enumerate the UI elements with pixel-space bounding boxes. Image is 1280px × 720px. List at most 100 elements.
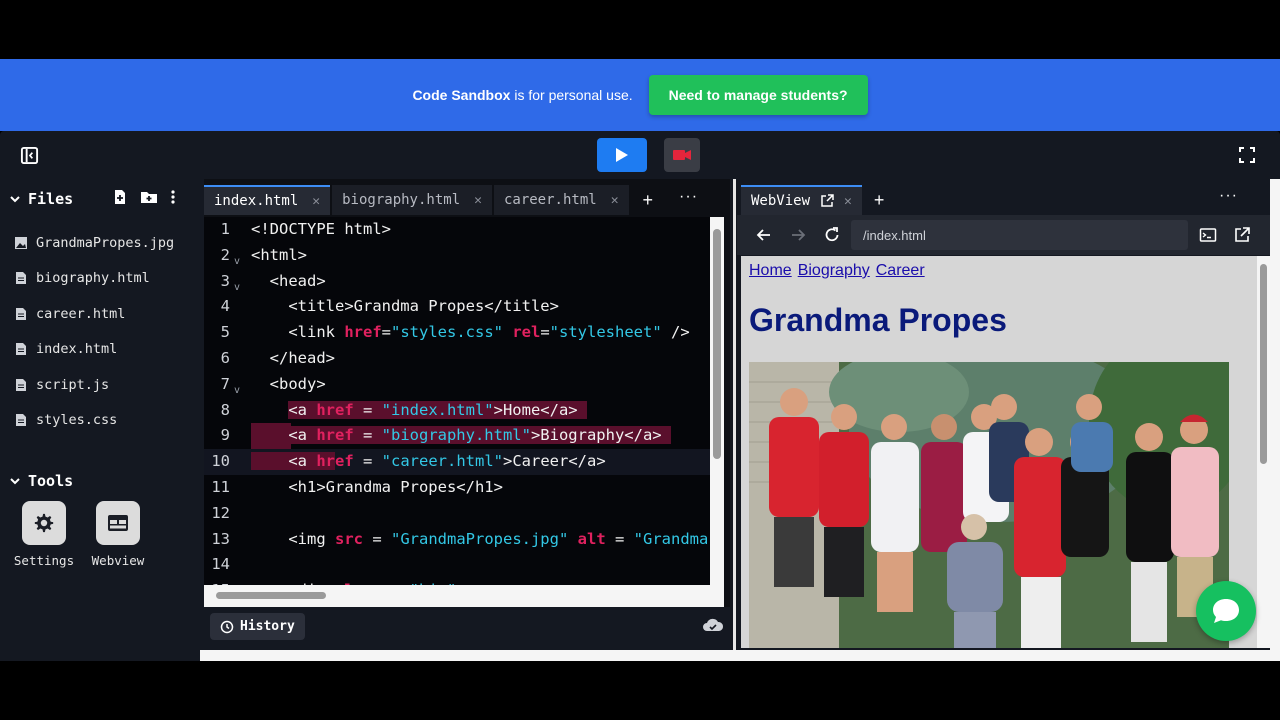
document-file-icon xyxy=(16,343,26,355)
tab-biography-html[interactable]: biography.html ✕ xyxy=(332,185,492,215)
settings-tool-button[interactable] xyxy=(22,501,66,545)
scrollbar-thumb[interactable] xyxy=(216,592,326,599)
open-new-window-icon[interactable] xyxy=(1233,226,1251,244)
chevron-down-icon xyxy=(10,196,20,203)
chat-bubble-icon xyxy=(1213,599,1239,623)
settings-label: Settings xyxy=(13,553,75,568)
code-line: 12 xyxy=(204,501,710,527)
file-name: career.html xyxy=(36,306,126,322)
files-actions xyxy=(112,189,176,205)
pane-divider[interactable] xyxy=(733,179,736,661)
fullscreen-icon[interactable] xyxy=(1238,146,1256,164)
settings-tool[interactable]: Settings xyxy=(9,501,79,568)
outer-scrollbar[interactable] xyxy=(1270,179,1280,661)
close-icon[interactable]: ✕ xyxy=(611,193,619,208)
tab-more-icon[interactable]: ··· xyxy=(665,185,710,215)
home-link[interactable]: Home xyxy=(749,262,792,279)
editor-horizontal-scrollbar[interactable] xyxy=(204,585,724,607)
close-icon[interactable]: ✕ xyxy=(474,193,482,208)
top-toolbar xyxy=(0,131,1280,179)
open-external-icon[interactable] xyxy=(820,194,834,208)
line-number: 7 xyxy=(220,374,230,393)
page-vertical-scrollbar[interactable] xyxy=(1257,256,1270,648)
record-button[interactable] xyxy=(664,138,700,172)
new-folder-icon[interactable] xyxy=(140,189,158,205)
career-link[interactable]: Career xyxy=(876,262,925,279)
file-name: index.html xyxy=(36,341,118,357)
manage-students-button[interactable]: Need to manage students? xyxy=(648,75,868,115)
back-arrow-icon[interactable] xyxy=(755,226,773,244)
webview-more-icon[interactable]: ··· xyxy=(1219,187,1238,205)
files-title: Files xyxy=(28,190,74,208)
webview-tabs: WebView ✕ + xyxy=(741,185,896,215)
file-item[interactable]: career.html xyxy=(14,302,125,326)
ide-window: Files GrandmaPropes.jpg biography.html c… xyxy=(0,131,1280,661)
run-button[interactable] xyxy=(597,138,647,172)
tab-webview[interactable]: WebView ✕ xyxy=(741,185,862,215)
code-line: 8 <a href = "index.html">Home</a> xyxy=(204,398,710,424)
code-line: 5 <link href="styles.css" rel="styleshee… xyxy=(204,320,710,346)
document-file-icon xyxy=(16,308,26,320)
tab-label: WebView xyxy=(751,193,811,209)
history-button[interactable]: History xyxy=(210,613,305,640)
play-icon xyxy=(616,148,628,162)
promo-banner: Code Sandbox is for personal use. Need t… xyxy=(0,59,1280,131)
refresh-icon[interactable] xyxy=(823,226,841,244)
tab-index-html[interactable]: index.html ✕ xyxy=(204,185,331,215)
line-number: 10 xyxy=(211,452,230,471)
code-editor: index.html ✕ biography.html ✕ career.html ✕… xyxy=(204,179,730,661)
more-options-icon[interactable] xyxy=(170,189,176,205)
gear-icon xyxy=(34,513,54,533)
webview-tool[interactable]: Webview xyxy=(83,501,153,568)
close-icon[interactable]: ✕ xyxy=(844,194,852,209)
code-area[interactable]: 1 <!DOCTYPE html> 2 v <html> 3v <head> 4 <t… xyxy=(204,217,710,585)
webview-tool-button[interactable] xyxy=(96,501,140,545)
console-icon[interactable] xyxy=(1199,226,1217,244)
new-file-icon[interactable] xyxy=(112,189,128,205)
document-file-icon xyxy=(16,272,26,284)
file-item[interactable]: styles.css xyxy=(14,408,117,432)
file-item[interactable]: index.html xyxy=(14,337,117,361)
tools-section-header[interactable]: Tools xyxy=(8,469,73,493)
add-tab-icon[interactable]: + xyxy=(862,185,897,215)
history-icon xyxy=(220,620,234,633)
code-line: 3v <head> xyxy=(204,269,710,295)
banner-text: Code Sandbox is for personal use. xyxy=(412,87,632,103)
page-heading: Grandma Propes xyxy=(749,302,1007,338)
sidebar-collapse-icon[interactable] xyxy=(20,146,39,165)
code-line: 1 <!DOCTYPE html> xyxy=(204,217,710,243)
code-line: 6 </head> xyxy=(204,346,710,372)
webview-label: Webview xyxy=(91,553,145,568)
chat-button[interactable] xyxy=(1196,581,1256,641)
file-name: styles.css xyxy=(36,412,118,428)
document-file-icon xyxy=(16,414,26,426)
url-field[interactable]: /index.html xyxy=(851,220,1188,250)
screen: Code Sandbox is for personal use. Need t… xyxy=(0,0,1280,720)
tab-label: biography.html xyxy=(342,192,461,208)
close-icon[interactable]: ✕ xyxy=(312,194,320,209)
webview-navbar: /index.html xyxy=(737,215,1270,255)
page-nav-links: Home Biography Career xyxy=(749,262,927,280)
file-item[interactable]: biography.html xyxy=(14,266,150,290)
line-number: 13 xyxy=(211,529,230,548)
line-number: 5 xyxy=(220,323,230,342)
tab-career-html[interactable]: career.html ✕ xyxy=(493,185,629,215)
outer-horizontal-scrollbar[interactable] xyxy=(200,650,1270,661)
add-tab-icon[interactable]: + xyxy=(631,185,666,215)
scrollbar-thumb[interactable] xyxy=(1260,264,1267,464)
scrollbar-thumb[interactable] xyxy=(713,229,721,459)
tab-label: index.html xyxy=(214,193,299,209)
forward-arrow-icon[interactable] xyxy=(789,226,807,244)
code-line: 14 xyxy=(204,552,710,578)
biography-link[interactable]: Biography xyxy=(798,262,870,279)
file-item[interactable]: script.js xyxy=(14,373,109,397)
editor-vertical-scrollbar[interactable] xyxy=(710,217,724,585)
code-line: 13 <img src = "GrandmaPropes.jpg" alt = … xyxy=(204,527,710,553)
line-number: 4 xyxy=(220,297,230,316)
files-section-header[interactable]: Files xyxy=(8,187,73,211)
browser-window-icon xyxy=(108,515,128,531)
family-photo xyxy=(749,362,1229,648)
file-item[interactable]: GrandmaPropes.jpg xyxy=(14,231,174,255)
line-number: 2 xyxy=(220,245,230,264)
code-line: 9 <a href = "biography.html">Biography</… xyxy=(204,423,710,450)
